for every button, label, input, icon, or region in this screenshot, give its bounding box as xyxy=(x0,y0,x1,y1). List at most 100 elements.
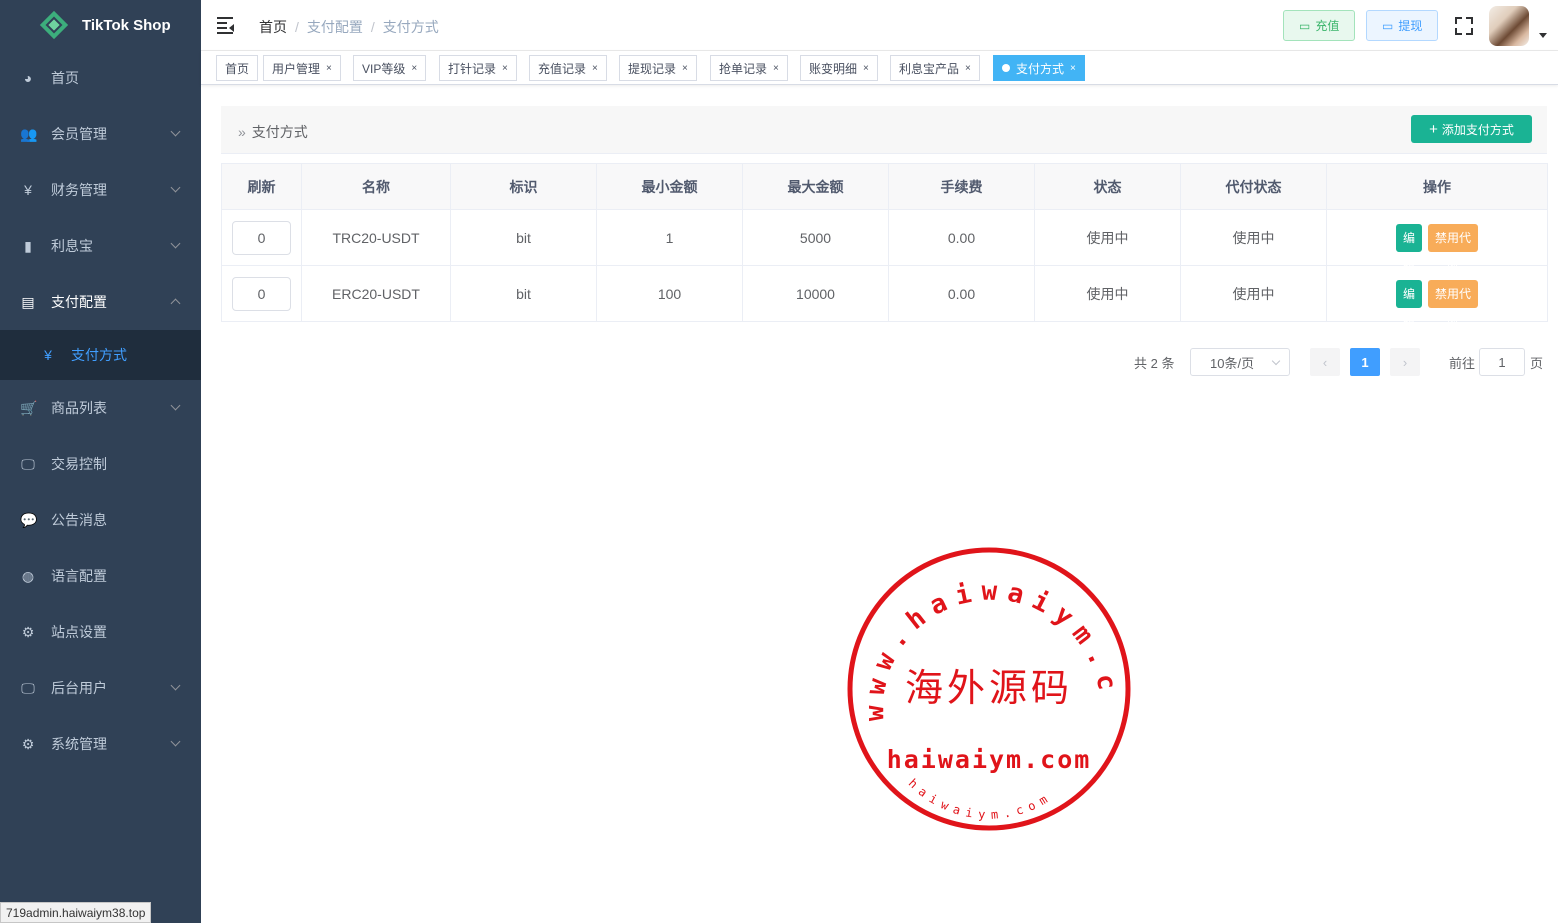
sidebar-item-label: 商品列表 xyxy=(51,400,107,416)
column-header: 状态 xyxy=(1034,163,1181,210)
max-amount-cell: 5000 xyxy=(742,209,889,266)
caret-down-icon[interactable] xyxy=(1539,33,1547,38)
status-cell[interactable]: 使用中 xyxy=(1034,265,1181,322)
sidebar-item-interest[interactable]: ▮ 利息宝 xyxy=(0,218,201,274)
sidebar-item-admin-users[interactable]: 🖵 后台用户 xyxy=(0,660,201,716)
tag-users[interactable]: 用户管理 × xyxy=(263,55,341,81)
page-title-text: 支付方式 xyxy=(251,124,308,140)
close-icon[interactable]: × xyxy=(863,63,869,74)
chevron-down-icon xyxy=(170,238,181,249)
actions-cell: 编辑禁用代收 xyxy=(1326,265,1548,329)
close-icon[interactable]: × xyxy=(1070,63,1076,74)
column-header: 最大金额 xyxy=(742,163,889,210)
tag-recharge[interactable]: 充值记录 × xyxy=(529,55,607,81)
payment-config-icon: ▤ xyxy=(21,293,35,310)
sidebar-item-products[interactable]: 🛒 商品列表 xyxy=(0,380,201,436)
close-icon[interactable]: × xyxy=(592,63,598,74)
withdraw-button[interactable]: ▭ 提现 xyxy=(1366,10,1439,41)
max-amount-cell: 10000 xyxy=(742,265,889,322)
tag-label: VIP等级 xyxy=(362,61,406,76)
tag-vip[interactable]: VIP等级 × xyxy=(353,55,427,81)
sidebar-item-announcements[interactable]: 💬 公告消息 xyxy=(0,492,201,548)
sidebar-item-label: 后台用户 xyxy=(51,680,107,696)
close-icon[interactable]: × xyxy=(965,63,971,74)
sidebar-item-system[interactable]: ⚙ 系统管理 xyxy=(0,716,201,772)
column-header: 手续费 xyxy=(888,163,1035,210)
edit-button[interactable]: 编辑 xyxy=(1396,279,1422,329)
tag-orders[interactable]: 抢单记录 × xyxy=(710,55,788,81)
sidebar-item-trade-control[interactable]: 🖵 交易控制 xyxy=(0,436,201,492)
tag-home[interactable]: 首页 xyxy=(216,55,259,81)
column-header: 刷新 xyxy=(221,163,302,210)
chevron-left-icon: ‹ xyxy=(1322,354,1328,370)
sidebar-subitem-payment-methods[interactable]: ¥ 支付方式 xyxy=(0,330,201,380)
chevron-down-icon xyxy=(170,182,181,193)
next-page-button[interactable]: › xyxy=(1390,348,1420,376)
page-size-value: 10条/页 xyxy=(1210,355,1255,371)
page-size-select[interactable]: 10条/页 xyxy=(1190,348,1290,376)
sidebar-item-label: 公告消息 xyxy=(51,512,107,528)
watermark-domain-text: haiwaiym.com xyxy=(887,745,1092,774)
card-icon: ▭ xyxy=(1299,18,1311,33)
close-icon[interactable]: × xyxy=(682,63,688,74)
bar-chart-icon: ▮ xyxy=(24,237,32,254)
sidebar-item-site-settings[interactable]: ⚙ 站点设置 xyxy=(0,604,201,660)
tag-label: 账变明细 xyxy=(809,61,858,76)
fee-cell: 0.00 xyxy=(888,265,1035,322)
add-payment-method-button[interactable]: + 添加支付方式 xyxy=(1411,115,1532,143)
prev-page-button[interactable]: ‹ xyxy=(1310,348,1340,376)
tag-interest-products[interactable]: 利息宝产品 × xyxy=(890,55,980,81)
disable-collection-button[interactable]: 禁用代收 xyxy=(1428,279,1478,329)
sort-input[interactable]: 0 xyxy=(232,276,291,311)
column-header: 标识 xyxy=(450,163,597,210)
name-cell: ERC20-USDT xyxy=(301,265,451,322)
watermark-stamp: www.haiwaiym.com 海外源码 haiwaiym.com haiwa… xyxy=(846,546,1131,831)
tag-withdraw[interactable]: 提现记录 × xyxy=(619,55,697,81)
close-icon[interactable]: × xyxy=(411,63,417,74)
page-number-current[interactable]: 1 xyxy=(1350,348,1380,376)
sidebar-item-label: 站点设置 xyxy=(51,624,107,640)
chevron-down-icon xyxy=(170,126,181,137)
sidebar-item-label: 首页 xyxy=(51,70,79,86)
hamburger-icon[interactable] xyxy=(217,16,235,34)
goto-page-input[interactable]: 1 xyxy=(1479,348,1525,376)
recharge-button[interactable]: ▭ 充值 xyxy=(1283,10,1356,41)
sidebar-item-payment-config[interactable]: ▤ 支付配置 xyxy=(0,274,201,330)
sidebar-item-dashboard[interactable]: ◕ 首页 xyxy=(0,50,201,106)
sidebar-item-label: 交易控制 xyxy=(51,456,107,472)
tag-label: 用户管理 xyxy=(272,61,321,76)
edit-button[interactable]: 编辑 xyxy=(1396,223,1422,273)
tag-injection[interactable]: 打针记录 × xyxy=(439,55,517,81)
chevron-down-icon xyxy=(170,400,181,411)
code-cell: bit xyxy=(450,265,597,322)
message-icon: 💬 xyxy=(20,511,38,528)
fullscreen-icon[interactable] xyxy=(1455,17,1473,35)
payout-status-cell[interactable]: 使用中 xyxy=(1180,209,1327,266)
sidebar-item-finance[interactable]: ¥ 财务管理 xyxy=(0,162,201,218)
sidebar-item-label: 财务管理 xyxy=(51,182,107,198)
status-bar-url: 719admin.haiwaiym38.top xyxy=(0,902,152,923)
breadcrumb-home[interactable]: 首页 xyxy=(259,19,287,35)
submenu-payment-config: ¥ 支付方式 xyxy=(0,330,201,380)
disable-collection-button[interactable]: 禁用代收 xyxy=(1428,223,1478,273)
payout-status-cell[interactable]: 使用中 xyxy=(1180,265,1327,322)
tag-payment-methods[interactable]: 支付方式 × xyxy=(993,55,1085,81)
close-icon[interactable]: × xyxy=(773,63,779,74)
sidebar-item-members[interactable]: 👥 会员管理 xyxy=(0,106,201,162)
sidebar-item-language[interactable]: ◍ 语言配置 xyxy=(0,548,201,604)
close-icon[interactable]: × xyxy=(326,63,332,74)
goto-label: 前往 xyxy=(1449,355,1476,371)
close-icon[interactable]: × xyxy=(502,63,508,74)
tag-label: 打针记录 xyxy=(448,61,497,76)
navbar: 首页 / 支付配置 / 支付方式 ▭ 充值 ▭ 提现 xyxy=(201,0,1558,51)
avatar[interactable] xyxy=(1489,6,1529,46)
logo[interactable]: TikTok Shop xyxy=(0,0,201,50)
chevron-down-icon xyxy=(1271,356,1281,366)
sort-cell: 0 xyxy=(221,209,302,266)
tag-ledger[interactable]: 账变明细 × xyxy=(800,55,878,81)
column-header: 代付状态 xyxy=(1180,163,1327,210)
status-cell[interactable]: 使用中 xyxy=(1034,209,1181,266)
sort-input[interactable]: 0 xyxy=(232,220,291,255)
sidebar-item-label: 语言配置 xyxy=(51,568,107,584)
dashboard-icon: ◕ xyxy=(23,70,33,86)
